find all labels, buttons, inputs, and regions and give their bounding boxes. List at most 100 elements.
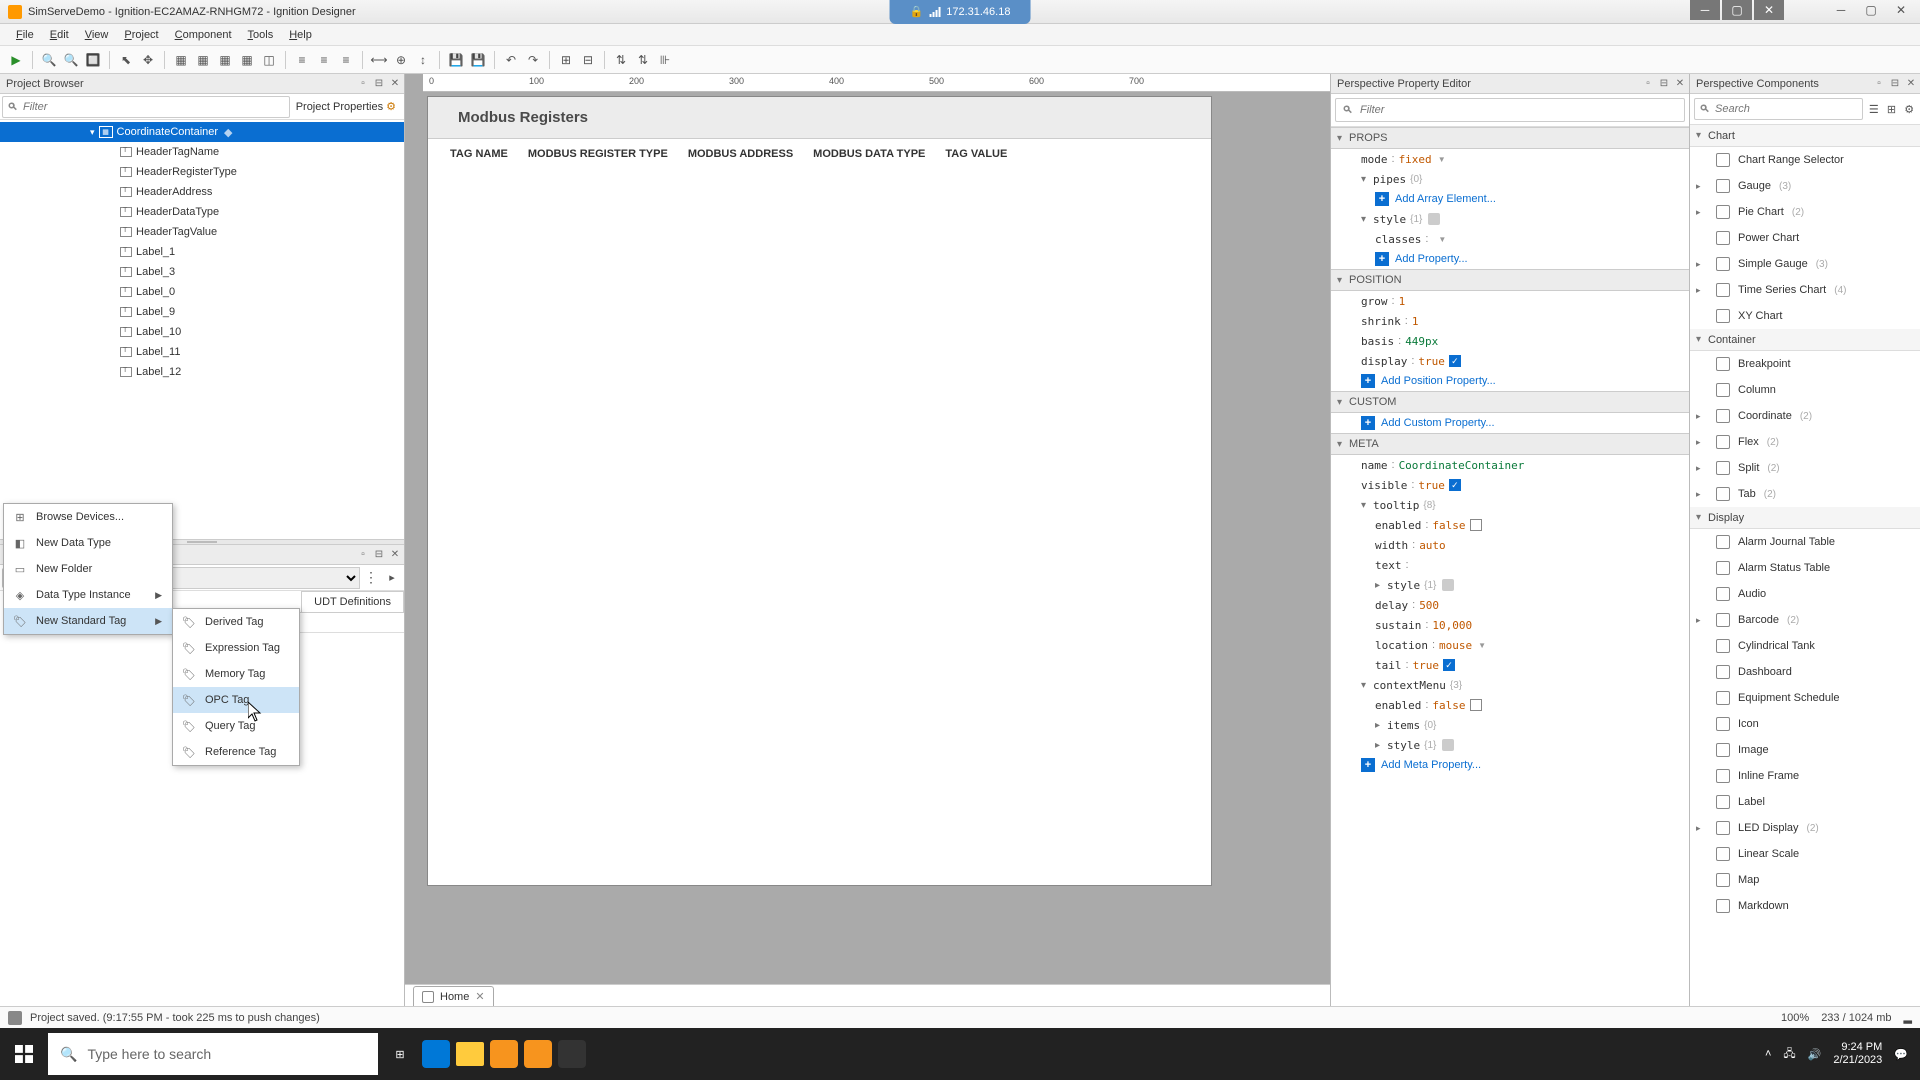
component-item[interactable]: Alarm Journal Table (1690, 529, 1920, 555)
tool-icon[interactable]: ⇅ (611, 50, 631, 70)
notifications-icon[interactable]: 💬 (1894, 1048, 1908, 1061)
play-button[interactable]: ▶ (6, 50, 26, 70)
menu-item[interactable]: 🏷New Standard Tag▶ (4, 608, 172, 634)
property-filter-input[interactable] (1360, 104, 1678, 116)
menu-item[interactable]: ▭New Folder (4, 556, 172, 582)
component-item[interactable]: Label (1690, 789, 1920, 815)
position-section[interactable]: ▾POSITION (1331, 269, 1689, 291)
component-item[interactable]: ▸LED Display(2) (1690, 815, 1920, 841)
maximize-button[interactable]: ▢ (1856, 0, 1886, 20)
component-item[interactable]: Power Chart (1690, 225, 1920, 251)
taskbar-search[interactable]: 🔍 Type here to search (48, 1033, 378, 1075)
menu-help[interactable]: Help (281, 29, 320, 41)
menu-item[interactable]: 🏷Expression Tag (173, 635, 299, 661)
tree-item[interactable]: Label_0 (0, 282, 404, 302)
redo-icon[interactable]: ↷ (523, 50, 543, 70)
tool-icon[interactable]: ⇅ (633, 50, 653, 70)
tool-icon[interactable]: ⊞ (556, 50, 576, 70)
project-properties-link[interactable]: Project Properties⚙ (290, 100, 402, 113)
component-search[interactable] (1694, 98, 1863, 120)
component-item[interactable]: Breakpoint (1690, 351, 1920, 377)
view-grid-icon[interactable]: ⊞ (1885, 100, 1899, 118)
property-filter[interactable] (1335, 98, 1685, 122)
component-list[interactable]: ▾ChartChart Range Selector▸Gauge(3)▸Pie … (1690, 125, 1920, 1006)
connection-status[interactable]: 🔒 172.31.46.18 (890, 0, 1031, 24)
tree-item[interactable]: Label_11 (0, 342, 404, 362)
more-button[interactable]: ⋮ (364, 569, 378, 586)
zoom-fit-icon[interactable]: 🔲 (83, 50, 103, 70)
style-picker-icon[interactable] (1442, 579, 1454, 591)
component-item[interactable]: ▸Barcode(2) (1690, 607, 1920, 633)
custom-section[interactable]: ▾CUSTOM (1331, 391, 1689, 413)
app-icon[interactable] (524, 1040, 552, 1068)
tool-icon[interactable]: ◫ (259, 50, 279, 70)
component-item[interactable]: XY Chart (1690, 303, 1920, 329)
menu-item[interactable]: ◈Data Type Instance▶ (4, 582, 172, 608)
component-item[interactable]: Audio (1690, 581, 1920, 607)
filter-input-wrap[interactable] (2, 96, 290, 118)
menu-view[interactable]: View (77, 29, 117, 41)
panel-dock-icon[interactable]: ▫ (356, 548, 370, 562)
add-custom-property[interactable]: +Add Custom Property... (1331, 413, 1689, 433)
checkbox[interactable] (1470, 699, 1482, 711)
tree-item[interactable]: Label_1 (0, 242, 404, 262)
tree-item[interactable]: HeaderTagName (0, 142, 404, 162)
project-tree[interactable]: ▾▦CoordinateContainer◆ HeaderTagNameHead… (0, 120, 404, 539)
component-section[interactable]: ▾Chart (1690, 125, 1920, 147)
tree-item[interactable]: HeaderRegisterType (0, 162, 404, 182)
component-item[interactable]: Map (1690, 867, 1920, 893)
component-item[interactable]: Dashboard (1690, 659, 1920, 685)
design-canvas[interactable]: Modbus Registers TAG NAMEMODBUS REGISTER… (427, 96, 1212, 886)
panel-pin-icon[interactable]: ⊟ (1657, 77, 1671, 91)
app-icon[interactable] (490, 1040, 518, 1068)
tree-item[interactable]: Label_10 (0, 322, 404, 342)
component-item[interactable]: Equipment Schedule (1690, 685, 1920, 711)
checkbox[interactable]: ✓ (1443, 659, 1455, 671)
component-section[interactable]: ▾Container (1690, 329, 1920, 351)
tree-item[interactable]: Label_3 (0, 262, 404, 282)
edge-icon[interactable] (422, 1040, 450, 1068)
menu-component[interactable]: Component (167, 29, 240, 41)
align-icon[interactable]: ≡ (292, 50, 312, 70)
close-button-inner[interactable]: ✕ (1754, 0, 1784, 20)
panel-close-icon[interactable]: ✕ (388, 548, 402, 562)
expand-button[interactable]: ▸ (382, 568, 402, 588)
menu-file[interactable]: File (8, 29, 42, 41)
tray-icon[interactable]: 🖧 (1783, 1045, 1795, 1064)
add-property[interactable]: +Add Property... (1331, 249, 1689, 269)
menu-project[interactable]: Project (116, 29, 166, 41)
tool-icon[interactable]: ⟷ (369, 50, 389, 70)
meta-section[interactable]: ▾META (1331, 433, 1689, 455)
checkbox[interactable]: ✓ (1449, 479, 1461, 491)
tray-volume-icon[interactable]: 🔊 (1808, 1048, 1822, 1061)
component-item[interactable]: Image (1690, 737, 1920, 763)
filter-input[interactable] (23, 101, 285, 113)
panel-dock-icon[interactable]: ▫ (1641, 77, 1655, 91)
checkbox[interactable] (1470, 519, 1482, 531)
menu-item[interactable]: 🏷Query Tag (173, 713, 299, 739)
component-section[interactable]: ▾Display (1690, 507, 1920, 529)
menu-item[interactable]: 🏷Memory Tag (173, 661, 299, 687)
panel-dock-icon[interactable]: ▫ (356, 77, 370, 91)
style-picker-icon[interactable] (1428, 213, 1440, 225)
maximize-button-inner[interactable]: ▢ (1722, 0, 1752, 20)
menu-edit[interactable]: Edit (42, 29, 77, 41)
align-icon[interactable]: ≡ (336, 50, 356, 70)
checkbox[interactable]: ✓ (1449, 355, 1461, 367)
view-settings-icon[interactable]: ⚙ (1902, 100, 1916, 118)
component-item[interactable]: Markdown (1690, 893, 1920, 919)
undo-icon[interactable]: ↶ (501, 50, 521, 70)
component-item[interactable]: Column (1690, 377, 1920, 403)
component-item[interactable]: ▸Flex(2) (1690, 429, 1920, 455)
pan-icon[interactable]: ✥ (138, 50, 158, 70)
component-item[interactable]: ▸Pie Chart(2) (1690, 199, 1920, 225)
component-item[interactable]: Icon (1690, 711, 1920, 737)
canvas-viewport[interactable]: Modbus Registers TAG NAMEMODBUS REGISTER… (405, 92, 1330, 984)
component-item[interactable]: ▸Time Series Chart(4) (1690, 277, 1920, 303)
align-icon[interactable]: ≡ (314, 50, 334, 70)
style-picker-icon[interactable] (1442, 739, 1454, 751)
component-search-input[interactable] (1715, 103, 1858, 115)
component-item[interactable]: ▸Gauge(3) (1690, 173, 1920, 199)
component-item[interactable]: Alarm Status Table (1690, 555, 1920, 581)
tool-icon[interactable]: ▦ (193, 50, 213, 70)
